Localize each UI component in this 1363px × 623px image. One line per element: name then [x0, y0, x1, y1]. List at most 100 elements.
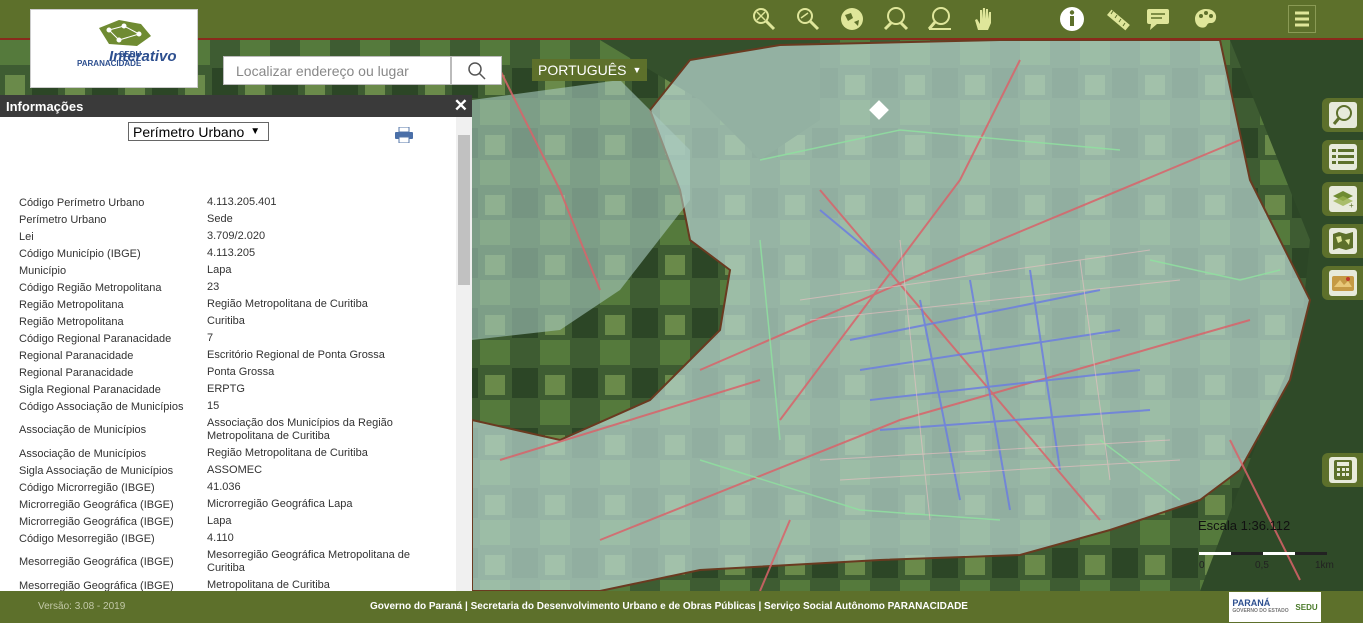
info-row: Sigla Associação de Municípios ASSOMEC: [19, 462, 449, 479]
zoom-box-icon[interactable]: [750, 5, 778, 33]
parana-logo: PARANÁ GOVERNO DO ESTADO: [1232, 598, 1289, 615]
list-button[interactable]: [1322, 140, 1363, 174]
search-icon: [467, 61, 486, 80]
info-row-key: Região Metropolitana: [19, 315, 124, 328]
info-row-value: Lapa: [207, 264, 232, 276]
palette-icon[interactable]: [1192, 5, 1220, 33]
menu-icon[interactable]: [1288, 5, 1316, 33]
zoom-icon[interactable]: [794, 5, 822, 33]
info-row-key: Regional Paranacidade: [19, 366, 134, 379]
calculator-button[interactable]: [1322, 453, 1363, 487]
info-row: Regional Paranacidade Ponta Grossa: [19, 364, 449, 381]
scale-tick: 0,5: [1255, 560, 1269, 571]
basemap-icon: [1331, 276, 1354, 291]
info-row-value: Ponta Grossa: [207, 366, 275, 378]
printer-icon[interactable]: [395, 126, 413, 148]
info-row: Código Regional Paranacidade 7: [19, 330, 449, 347]
info-row: Código Região Metropolitana 23: [19, 279, 449, 296]
info-row: Associação de Municípios Região Metropoli…: [19, 445, 449, 462]
list-icon: [1331, 149, 1354, 164]
info-row-key: Município: [19, 264, 67, 277]
info-row: Código Mesorregião (IBGE) 4.110: [19, 530, 449, 547]
app-logo[interactable]: SEDU PARANACIDADE Interativo: [30, 9, 198, 88]
info-table: Código Perímetro Urbano 4.113.205.401 Perí…: [19, 194, 449, 594]
chat-icon[interactable]: [1144, 5, 1172, 33]
logo-interativo-text: Interativo: [109, 48, 177, 65]
info-panel-title: Informações: [6, 98, 84, 114]
scale-tick: 0: [1199, 560, 1205, 571]
info-row-key: Sigla Associação de Municípios: [19, 464, 174, 477]
footer-logos: PARANÁ GOVERNO DO ESTADO SEDU: [1229, 592, 1321, 622]
layer-select[interactable]: Perímetro Urbano ▼: [128, 122, 269, 141]
search-map-button[interactable]: [1322, 98, 1363, 132]
info-icon[interactable]: [1058, 5, 1086, 33]
info-row-key: Sigla Regional Paranacidade: [19, 383, 161, 396]
info-row: Região Metropolitana Região Metropolitana…: [19, 296, 449, 313]
info-row-key: Regional Paranacidade: [19, 349, 134, 362]
search-map-icon: [1332, 105, 1352, 125]
info-row-value: ERPTG: [207, 383, 245, 395]
layers-button[interactable]: +: [1322, 182, 1363, 216]
info-row-key: Código Município (IBGE): [19, 247, 141, 260]
scrollbar[interactable]: [456, 117, 472, 591]
scale-bar: [1199, 552, 1327, 555]
info-row-key: Lei: [19, 230, 34, 243]
info-row-key: Mesorregião Geográfica (IBGE): [19, 579, 174, 592]
info-row-key: Código Perímetro Urbano: [19, 196, 145, 209]
info-row-key: Microrregião Geográfica (IBGE): [19, 515, 174, 528]
info-row: Microrregião Geográfica (IBGE) Lapa: [19, 513, 449, 530]
search-input[interactable]: Localizar endereço ou lugar: [223, 56, 451, 85]
info-row-value: Associação dos Municípios da Região Metr…: [207, 417, 393, 442]
info-row-value: 23: [207, 281, 220, 293]
info-row: Código Município (IBGE) 4.113.205: [19, 245, 449, 262]
info-row-value: 7: [207, 332, 214, 344]
footer: Versão: 3.08 - 2019 Governo do Paraná | …: [0, 591, 1363, 623]
search-button[interactable]: [451, 56, 502, 85]
info-row-value: Microrregião Geográfica Lapa: [207, 498, 353, 510]
info-row-value: 15: [207, 400, 220, 412]
sedu-logo: SEDU: [1295, 602, 1318, 612]
info-row-key: Associação de Municípios: [19, 424, 147, 436]
chevron-down-icon: ▼: [632, 65, 642, 75]
info-row-key: Código Mesorregião (IBGE): [19, 532, 155, 545]
info-row: Município Lapa: [19, 262, 449, 279]
info-row: Mesorregião Geográfica (IBGE) Mesorregião…: [19, 547, 449, 577]
zoom-out-icon[interactable]: [926, 5, 954, 33]
info-row: Código Associação de Municípios 15: [19, 398, 449, 415]
network-logo-icon: [99, 20, 151, 46]
hand-pan-icon[interactable]: [970, 5, 998, 33]
info-row: Associação de Municípios Associação dos M…: [19, 415, 449, 445]
zoom-in-icon[interactable]: [882, 5, 910, 33]
info-row-key: Código Regional Paranacidade: [19, 332, 172, 345]
info-row: Regional Paranacidade Escritório Regional…: [19, 347, 449, 364]
map-icon: [1332, 232, 1353, 250]
globe-icon[interactable]: [838, 5, 866, 33]
info-row-value: Região Metropolitana de Curitiba: [207, 298, 368, 310]
info-row-key: Microrregião Geográfica (IBGE): [19, 498, 174, 511]
info-row: Região Metropolitana Curitiba: [19, 313, 449, 330]
scale-tick: 1km: [1315, 560, 1334, 571]
info-row-key: Código Associação de Municípios: [19, 400, 184, 413]
info-row-value: Curitiba: [207, 315, 245, 327]
info-row-value: 4.113.205.401: [207, 196, 277, 208]
footer-credits: Governo do Paraná | Secretaria do Desenv…: [370, 601, 968, 612]
info-row: Código Perímetro Urbano 4.113.205.401: [19, 194, 449, 211]
map-button[interactable]: [1322, 224, 1363, 258]
ruler-icon[interactable]: [1104, 5, 1132, 33]
info-row-key: Associação de Municípios: [19, 447, 147, 460]
info-row: Lei 3.709/2.020: [19, 228, 449, 245]
close-icon[interactable]: ✕: [454, 96, 468, 116]
info-row: Perímetro Urbano Sede: [19, 211, 449, 228]
info-row-key: Código Microrregião (IBGE): [19, 481, 155, 494]
info-row-value: 4.110: [207, 532, 234, 544]
basemap-button[interactable]: [1322, 266, 1363, 300]
info-row: Sigla Regional Paranacidade ERPTG: [19, 381, 449, 398]
layer-select-value: Perímetro Urbano: [133, 123, 245, 140]
info-row-key: Código Região Metropolitana: [19, 281, 162, 294]
info-row-value: Região Metropolitana de Curitiba: [207, 447, 368, 459]
language-selector[interactable]: PORTUGUÊS ▼: [532, 59, 648, 81]
info-row-value: 3.709/2.020: [207, 230, 266, 242]
scrollbar-thumb[interactable]: [458, 135, 470, 285]
info-row-key: Perímetro Urbano: [19, 213, 107, 226]
svg-text:+: +: [1349, 201, 1354, 209]
